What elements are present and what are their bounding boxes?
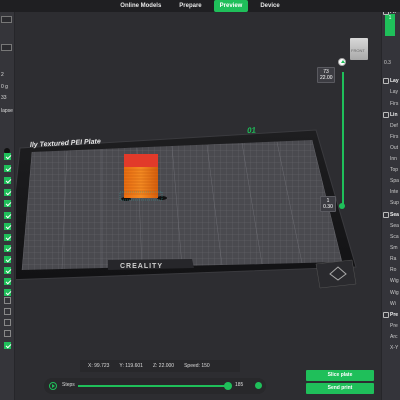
speed-readout: Speed: 150: [184, 363, 210, 369]
model-top-layer: [124, 154, 158, 167]
visibility-checkbox[interactable]: [4, 212, 11, 219]
settings-row-label: Wig: [390, 290, 399, 296]
settings-row-label: Ro: [390, 267, 397, 273]
settings-section-header[interactable]: Sea: [390, 212, 399, 218]
steps-slider-handle[interactable]: [224, 382, 232, 390]
visibility-checkbox[interactable]: [4, 330, 11, 337]
tab-online-models[interactable]: Online Models: [114, 0, 167, 12]
layer-slider-top-label: 73 22.00: [317, 67, 335, 83]
settings-section-header[interactable]: Lay: [390, 78, 399, 84]
visibility-checkbox[interactable]: [4, 200, 11, 207]
steps-value: 185: [235, 382, 244, 388]
settings-row-label: Sup: [390, 200, 399, 206]
settings-section-header[interactable]: Fil: [390, 12, 396, 15]
bottom-layer-height: 0.30: [323, 204, 333, 210]
steps-end-icon[interactable]: [255, 382, 262, 389]
tab-prepare[interactable]: Prepare: [173, 0, 207, 12]
play-icon[interactable]: [49, 382, 57, 390]
creality-badge-icon: [315, 259, 357, 289]
left-field[interactable]: [1, 44, 12, 51]
slice-plate-button[interactable]: Slice plate: [306, 370, 374, 381]
visibility-checkbox[interactable]: [4, 267, 11, 274]
left-field[interactable]: [1, 16, 12, 23]
visibility-checkbox[interactable]: [4, 234, 11, 241]
plate-number: 01: [247, 126, 257, 135]
settings-row-label: Firs: [390, 134, 399, 140]
visibility-checkbox[interactable]: [4, 278, 11, 285]
left-value: 0 g: [1, 84, 8, 90]
layer-slider-bottom-label: 1 0.30: [320, 196, 336, 212]
visibility-checkbox[interactable]: [4, 245, 11, 252]
visibility-checkbox[interactable]: [4, 165, 11, 172]
3d-viewport[interactable]: lly Textured PEI Plate 01 CREALITY FRONT: [5, 12, 381, 372]
right-settings-panel: 1 Fil 0.3 Lay Lay Firs Lin Def Firs Out Inn Top Spa…: [381, 12, 400, 400]
settings-row-label: Ra: [390, 256, 397, 262]
visibility-checkbox[interactable]: [4, 189, 11, 196]
steps-slider-bar: Steps 185: [44, 378, 266, 394]
settings-row-label: Sm: [390, 245, 398, 251]
settings-section-header[interactable]: Lin: [390, 112, 398, 118]
settings-row-label: Def: [390, 123, 398, 129]
settings-row-label: X-Y: [390, 345, 399, 351]
view-cube-label: FRONT: [351, 48, 365, 53]
settings-section-header[interactable]: Pre: [390, 312, 398, 318]
tab-device[interactable]: Device: [254, 0, 285, 12]
settings-row-label: Wig: [390, 278, 399, 284]
settings-row-label: Wi: [390, 301, 396, 307]
plate-select-label: 1: [388, 15, 392, 21]
coord-z: Z: 22.000: [152, 363, 175, 369]
visibility-checkbox[interactable]: [4, 153, 11, 160]
settings-row-label: Pre: [390, 323, 398, 329]
top-tab-bar: Online Models Prepare Preview Device: [0, 0, 400, 12]
settings-row-label: Sca: [390, 234, 399, 240]
settings-row-label: Top: [390, 167, 399, 173]
send-print-button[interactable]: Send print: [306, 383, 374, 394]
settings-row-label: Inn: [390, 156, 397, 162]
sliced-model[interactable]: [119, 154, 163, 201]
left-value: 2: [1, 72, 4, 78]
left-value: lapse: [1, 108, 13, 114]
left-panel: 2 0 g 33 lapse: [0, 12, 15, 400]
settings-row-label: Sea: [390, 223, 399, 229]
section-icon: [383, 78, 389, 84]
settings-row-label: Arc: [390, 334, 398, 340]
visibility-checkbox[interactable]: [4, 223, 11, 230]
visibility-checkbox[interactable]: [4, 177, 11, 184]
left-value: 33: [1, 95, 7, 101]
steps-slider-track[interactable]: [78, 385, 226, 387]
visibility-checkbox[interactable]: [4, 256, 11, 263]
visibility-checkbox[interactable]: [4, 319, 11, 326]
section-icon: [383, 212, 389, 218]
layer-slider-track[interactable]: [342, 72, 344, 206]
section-icon: [383, 112, 389, 118]
visibility-checkbox[interactable]: [4, 342, 11, 349]
section-icon: [383, 12, 389, 15]
layer-slider-bottom-handle[interactable]: [339, 203, 345, 209]
tab-preview[interactable]: Preview: [213, 0, 249, 12]
settings-row-label: Lay: [390, 89, 399, 95]
coord-x: X: 99.723: [88, 363, 110, 369]
brand-logo: CREALITY: [120, 263, 163, 270]
layer-slider-top-handle[interactable]: [338, 58, 346, 66]
settings-row-label: Out: [390, 145, 399, 151]
settings-row-label: Inte: [390, 189, 399, 195]
position-readout: X: 99.723 Y: 119.601 Z: 22.000 Speed: 15…: [80, 360, 240, 372]
plate-select-button[interactable]: 1: [385, 14, 395, 36]
settings-row-label: Spa: [390, 178, 399, 184]
top-layer-height: 22.00: [320, 75, 333, 81]
coord-y: Y: 119.601: [119, 363, 143, 369]
right-panel-value[interactable]: 0.3: [384, 60, 391, 66]
settings-row-label: Firs: [390, 101, 399, 107]
section-icon: [383, 312, 389, 318]
visibility-checkbox[interactable]: [4, 289, 11, 296]
visibility-checkbox[interactable]: [4, 297, 11, 304]
build-plate-svg: lly Textured PEI Plate 01 CREALITY: [5, 126, 357, 289]
view-cube[interactable]: FRONT: [350, 38, 368, 60]
steps-label: Steps: [62, 382, 75, 388]
visibility-checkbox[interactable]: [4, 308, 11, 315]
